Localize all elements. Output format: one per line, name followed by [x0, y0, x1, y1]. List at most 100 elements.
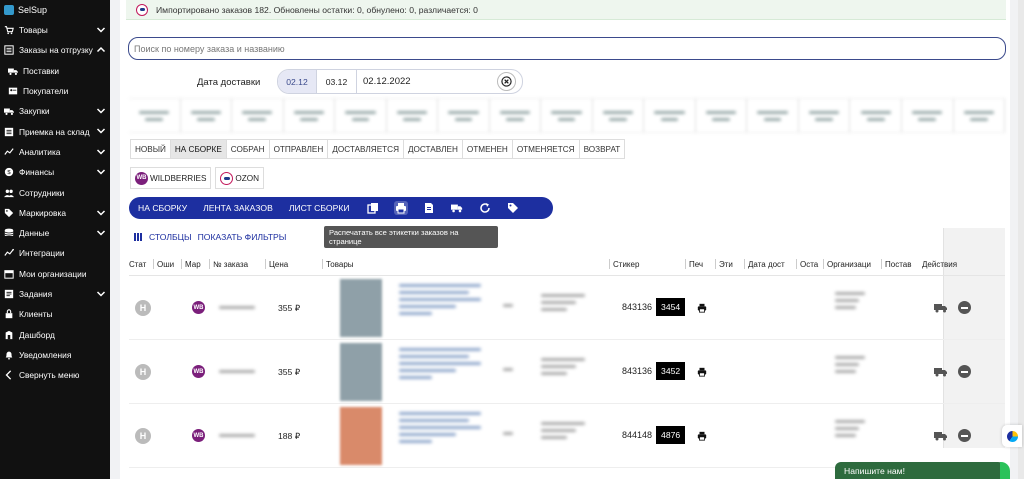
cancel-order-icon[interactable]: [958, 365, 971, 378]
column-separator[interactable]: [823, 259, 824, 269]
status-tab-4[interactable]: Отправлен: [270, 140, 329, 158]
product-title-blurred[interactable]: [399, 412, 481, 443]
tab-wildberries[interactable]: WB Wildberries: [130, 167, 212, 189]
table-row[interactable]: Н WB 188 ₽ 844148 4876: [129, 404, 1005, 468]
counter-cell[interactable]: [799, 99, 851, 132]
product-image[interactable]: [340, 279, 382, 337]
date-chip-today[interactable]: 02.12: [278, 70, 317, 93]
counter-cell[interactable]: [129, 99, 181, 132]
column-separator[interactable]: [715, 259, 716, 269]
columns-button[interactable]: Столбцы: [149, 232, 192, 242]
sidebar-item-2[interactable]: Заказы на отгрузку: [0, 40, 110, 60]
print-icon[interactable]: [697, 367, 707, 377]
truck-icon[interactable]: [934, 431, 948, 441]
to-assembly-button[interactable]: На сборку: [138, 203, 187, 213]
column-header-7[interactable]: Стикер: [613, 260, 673, 269]
counter-cell[interactable]: [593, 99, 645, 132]
product-image[interactable]: [340, 343, 382, 401]
counter-cell[interactable]: [747, 99, 799, 132]
sidebar-item-16[interactable]: Дашборд: [0, 324, 110, 344]
column-header-1[interactable]: Стат: [129, 260, 151, 269]
date-chip-tomorrow[interactable]: 03.12: [317, 70, 357, 93]
column-header-2[interactable]: Оши: [157, 260, 179, 269]
brand-logo[interactable]: SelSup: [0, 0, 110, 20]
sidebar-item-6[interactable]: Приемка на склад: [0, 121, 110, 141]
counter-cell[interactable]: [438, 99, 490, 132]
column-header-3[interactable]: Мар: [185, 260, 207, 269]
sidebar-item-14[interactable]: Задания: [0, 284, 110, 304]
tag-icon[interactable]: [506, 201, 520, 215]
counter-cell[interactable]: [284, 99, 336, 132]
column-header-11[interactable]: Оста: [800, 260, 820, 269]
sidebar-item-12[interactable]: Интеграции: [0, 243, 110, 263]
product-title-blurred[interactable]: [399, 284, 481, 315]
column-separator[interactable]: [796, 259, 797, 269]
sidebar-item-18[interactable]: Свернуть меню: [0, 365, 110, 385]
print-icon[interactable]: [697, 303, 707, 313]
orders-feed-button[interactable]: Лента заказов: [203, 203, 273, 213]
sidebar-item-17[interactable]: Уведомления: [0, 345, 110, 365]
sidebar-item-11[interactable]: Данные: [0, 223, 110, 243]
column-header-12[interactable]: Организаци: [827, 260, 879, 269]
column-separator[interactable]: [265, 259, 266, 269]
status-tab-1[interactable]: Новый: [131, 140, 171, 158]
column-separator[interactable]: [881, 259, 882, 269]
counter-cell[interactable]: [335, 99, 387, 132]
status-tab-5[interactable]: Доставляется: [328, 140, 404, 158]
sidebar-item-7[interactable]: Аналитика: [0, 142, 110, 162]
sticker-code[interactable]: 4876: [656, 426, 686, 444]
counter-cell[interactable]: [902, 99, 954, 132]
table-row[interactable]: Н WB 355 ₽ 843136 3452: [129, 340, 1005, 404]
status-tab-2[interactable]: На сборке: [170, 140, 227, 158]
counter-cell[interactable]: [696, 99, 748, 132]
column-separator[interactable]: [609, 259, 610, 269]
column-header-4[interactable]: № заказа: [213, 260, 263, 269]
order-number-blurred[interactable]: [219, 370, 255, 373]
column-separator[interactable]: [744, 259, 745, 269]
column-header-9[interactable]: Эти: [719, 260, 741, 269]
order-number-blurred[interactable]: [219, 434, 255, 437]
sticker-code[interactable]: 3452: [656, 362, 686, 380]
column-header-8[interactable]: Печ: [689, 260, 711, 269]
column-separator[interactable]: [322, 259, 323, 269]
counter-cell[interactable]: [387, 99, 439, 132]
table-row[interactable]: Н WB 355 ₽ 843136 3454: [129, 276, 1005, 340]
truck-icon[interactable]: [934, 303, 948, 313]
status-tab-7[interactable]: Отменен: [463, 140, 513, 158]
column-header-5[interactable]: Цена: [269, 260, 309, 269]
column-header-10[interactable]: Дата дост: [748, 260, 794, 269]
sidebar-item-8[interactable]: $ Финансы: [0, 162, 110, 182]
status-tab-9[interactable]: Возврат: [580, 140, 625, 158]
column-separator[interactable]: [181, 259, 182, 269]
column-header-14[interactable]: Действия: [922, 260, 982, 269]
assembly-sheet-button[interactable]: Лист сборки: [289, 203, 350, 213]
status-tab-6[interactable]: Доставлен: [404, 140, 463, 158]
sidebar-item-3[interactable]: Поставки: [0, 61, 110, 81]
clear-date-button[interactable]: [497, 72, 516, 91]
column-separator[interactable]: [685, 259, 686, 269]
tab-ozon[interactable]: Ozon: [215, 167, 265, 189]
sidebar-item-15[interactable]: Клиенты: [0, 304, 110, 324]
refresh-icon[interactable]: [478, 201, 492, 215]
help-widget-button[interactable]: [1002, 425, 1022, 447]
truck-icon[interactable]: [934, 367, 948, 377]
print-icon[interactable]: [393, 201, 408, 215]
counter-cell[interactable]: [181, 99, 233, 132]
copy-icon[interactable]: [366, 201, 380, 215]
counter-cell[interactable]: [541, 99, 593, 132]
column-header-6[interactable]: Товары: [326, 260, 406, 269]
counter-cell[interactable]: [850, 99, 902, 132]
order-number-blurred[interactable]: [219, 306, 255, 309]
sidebar-item-13[interactable]: Мои организации: [0, 264, 110, 284]
sidebar-item-1[interactable]: Товары: [0, 20, 110, 40]
product-title-blurred[interactable]: [399, 348, 481, 379]
column-separator[interactable]: [153, 259, 154, 269]
status-tab-3[interactable]: Собран: [227, 140, 270, 158]
counter-cell[interactable]: [232, 99, 284, 132]
status-tab-8[interactable]: Отменяется: [513, 140, 580, 158]
chat-widget[interactable]: Напишите нам!: [835, 462, 1010, 479]
column-separator[interactable]: [209, 259, 210, 269]
search-input[interactable]: [128, 37, 1006, 60]
sidebar-item-5[interactable]: Закупки: [0, 101, 110, 121]
counter-cell[interactable]: [490, 99, 542, 132]
